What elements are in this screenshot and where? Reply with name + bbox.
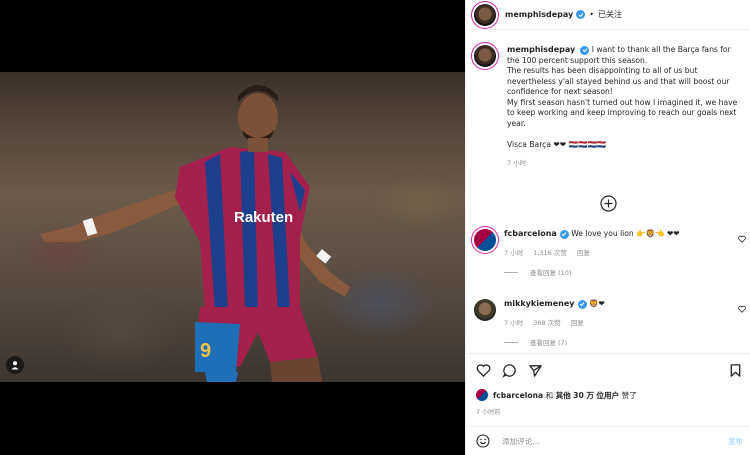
caption-line — [507, 129, 743, 140]
emoji-icon[interactable] — [476, 434, 490, 448]
comment-time: 7 小时 — [504, 249, 524, 257]
caption-text: memphisdepay I want to thank all the Bar… — [507, 45, 743, 169]
add-comment-bar: 发布 — [466, 426, 750, 455]
author-username[interactable]: memphisdepay — [505, 10, 573, 19]
save-icon[interactable] — [728, 363, 743, 378]
verified-icon — [559, 229, 569, 239]
verified-icon — [577, 299, 587, 309]
caption: memphisdepay I want to thank all the Bar… — [466, 31, 750, 169]
comment-input[interactable] — [502, 436, 702, 446]
heart-icon[interactable] — [738, 235, 746, 243]
view-replies-button[interactable]: 查看回复 (7) — [504, 337, 746, 347]
view-replies-button[interactable]: 查看回复 (10) — [504, 267, 746, 277]
likes-and: 和 — [545, 390, 554, 400]
caption-line: Visca Barça ❤❤ 🇳🇱🇳🇱🇳🇱🇳🇱 — [507, 139, 607, 149]
comment-avatar[interactable] — [474, 229, 496, 251]
post-timestamp: 7 小时前 — [476, 409, 501, 416]
caption-line: The results has been disappointing to al… — [507, 66, 730, 96]
svg-text:9: 9 — [200, 340, 211, 362]
likes-summary[interactable]: fcbarcelona 和 其他 30 万 位用户 赞了 — [476, 389, 637, 401]
likes-others-suffix: 位用户 — [596, 390, 620, 400]
comment-text: We love you lion 👉🦁👈 ❤❤ — [571, 229, 680, 238]
comment-item: fcbarcelona We love you lion 👉🦁👈 ❤❤ 7 小时… — [474, 229, 746, 277]
likes-others-prefix: 其他 — [555, 390, 571, 400]
heart-icon[interactable] — [738, 305, 746, 313]
verified-icon — [576, 10, 586, 19]
heart-icon[interactable] — [476, 363, 491, 378]
comment-icon[interactable] — [502, 363, 517, 378]
comment-time: 7 小时 — [504, 319, 524, 327]
reply-button[interactable]: 回复 — [577, 249, 590, 257]
comment-likes[interactable]: 368 次赞 — [533, 319, 560, 327]
share-icon[interactable] — [528, 363, 543, 378]
plus-circle-icon[interactable] — [600, 195, 617, 212]
comment-username[interactable]: mikkykiemeney — [504, 299, 575, 308]
caption-author-username[interactable]: memphisdepay — [507, 45, 575, 54]
liker-avatar — [476, 389, 488, 401]
likes-verb: 赞了 — [621, 390, 637, 400]
post-header: memphisdepay • 已关注 — [466, 0, 750, 30]
comment-likes[interactable]: 1,316 次赞 — [533, 249, 567, 257]
view-replies-label: 查看回复 (7) — [530, 339, 568, 347]
user-tag-button[interactable] — [6, 356, 24, 374]
reply-button[interactable]: 回复 — [571, 319, 584, 327]
post-comment-button[interactable]: 发布 — [728, 436, 743, 447]
svg-text:Rakuten: Rakuten — [234, 209, 293, 226]
caption-author-avatar[interactable] — [474, 45, 496, 67]
following-button[interactable]: 已关注 — [598, 9, 622, 20]
comment-item: mikkykiemeney 🦁❤ 7 小时 368 次赞 回复 查看回复 (7) — [474, 299, 746, 347]
post-photo[interactable]: Rakuten 9 — [0, 72, 465, 382]
caption-line: My first season hasn't turned out how I … — [507, 97, 738, 128]
liker-username[interactable]: fcbarcelona — [493, 391, 543, 400]
verified-icon — [580, 45, 590, 55]
caption-time: 7 小时 — [507, 159, 527, 167]
player-figure: Rakuten 9 — [40, 85, 350, 382]
view-replies-label: 查看回复 (10) — [530, 269, 572, 277]
user-tag-icon — [11, 361, 19, 370]
comment-avatar[interactable] — [474, 299, 496, 321]
likes-count[interactable]: 30 万 — [573, 390, 594, 401]
action-bar — [466, 353, 750, 387]
post-media-pane: Rakuten 9 — [0, 0, 465, 455]
post-details-pane: memphisdepay • 已关注 memphisdepay I want t… — [465, 0, 750, 455]
comment-text: 🦁❤ — [588, 299, 605, 308]
author-avatar[interactable] — [474, 3, 496, 26]
comments-scroll-area[interactable]: memphisdepay I want to thank all the Bar… — [466, 31, 750, 353]
comment-username[interactable]: fcbarcelona — [504, 229, 557, 238]
header-separator: • — [589, 10, 594, 19]
